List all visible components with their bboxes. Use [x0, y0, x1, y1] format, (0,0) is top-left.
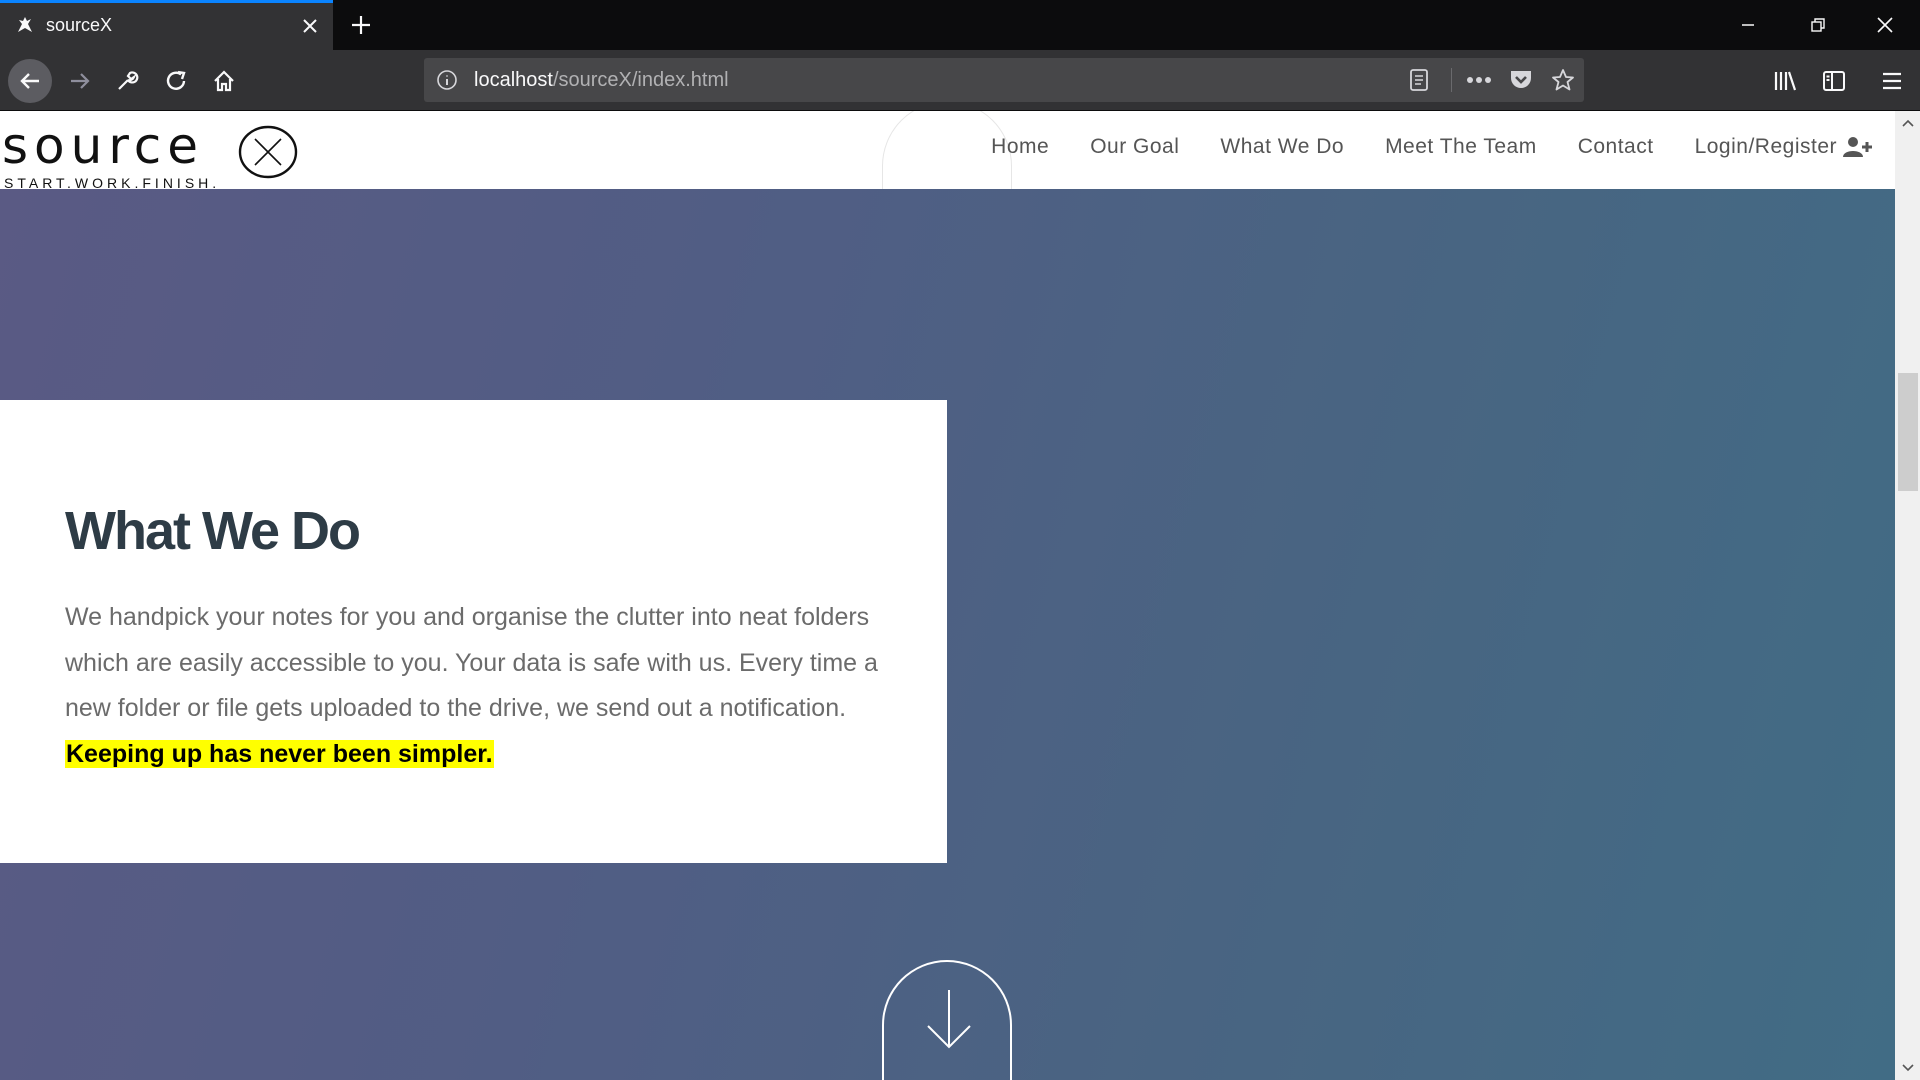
- page-viewport: source START.WORK.FINISH. Home Our Goal …: [0, 111, 1895, 1080]
- nav-link-meet-the-team[interactable]: Meet The Team: [1385, 135, 1537, 159]
- scroll-down-arrow[interactable]: [1895, 1056, 1920, 1080]
- forward-button[interactable]: [60, 61, 100, 101]
- login-register-label: Login/Register: [1694, 135, 1837, 158]
- reader-view-button[interactable]: [1404, 66, 1434, 94]
- tab-close-icon[interactable]: [296, 12, 324, 40]
- hamburger-icon: [1883, 72, 1901, 90]
- nav-link-our-goal[interactable]: Our Goal: [1090, 135, 1179, 159]
- page-actions-button[interactable]: [1464, 66, 1494, 94]
- restore-icon: [1811, 18, 1825, 32]
- nav-link-contact[interactable]: Contact: [1578, 135, 1654, 159]
- home-icon: [214, 70, 234, 92]
- sidebar-button[interactable]: [1814, 61, 1854, 101]
- pocket-icon: [1511, 71, 1531, 88]
- nav-link-what-we-do[interactable]: What We Do: [1220, 135, 1344, 159]
- page-scrollbar[interactable]: [1895, 111, 1920, 1080]
- site-nav: Home Our Goal What We Do Meet The Team C…: [950, 135, 1873, 159]
- scroll-down-button[interactable]: [882, 960, 1012, 1080]
- sidebar-icon: [1823, 71, 1845, 91]
- minimize-button[interactable]: [1713, 0, 1783, 50]
- section-title: What We Do: [65, 501, 361, 561]
- url-separator: [1451, 68, 1452, 92]
- library-icon: [1774, 71, 1797, 91]
- pocket-button[interactable]: [1506, 66, 1536, 94]
- back-button[interactable]: [8, 59, 52, 103]
- what-we-do-card: What We Do We handpick your notes for yo…: [0, 400, 947, 863]
- browser-titlebar: sourceX: [0, 0, 1920, 50]
- restore-button[interactable]: [1783, 0, 1853, 50]
- more-icon: [1467, 77, 1491, 83]
- info-icon[interactable]: [436, 69, 458, 91]
- section-highlight: Keeping up has never been simpler.: [65, 739, 494, 768]
- address-bar[interactable]: localhost/sourceX/index.html: [424, 58, 1584, 102]
- library-button[interactable]: [1766, 61, 1806, 101]
- url-path: /sourceX/index.html: [552, 69, 729, 91]
- reload-icon: [166, 70, 186, 90]
- tab-title: sourceX: [46, 15, 113, 35]
- site-header: source START.WORK.FINISH. Home Our Goal …: [0, 111, 1895, 189]
- nav-link-login-register[interactable]: Login/Register: [1695, 135, 1873, 159]
- plus-icon: [352, 16, 370, 34]
- star-icon: [1552, 69, 1574, 91]
- nav-link-home[interactable]: Home: [991, 135, 1049, 159]
- reload-button[interactable]: [156, 61, 196, 101]
- arrow-down-icon: [927, 990, 971, 1049]
- circle-x-icon: [238, 125, 298, 179]
- arrow-right-icon: [71, 73, 90, 89]
- close-window-button[interactable]: [1850, 0, 1920, 50]
- user-plus-icon: [1843, 137, 1872, 157]
- browser-tab[interactable]: sourceX: [0, 0, 333, 50]
- logo-word: source: [2, 117, 205, 175]
- menu-button[interactable]: [1872, 61, 1912, 101]
- url-host: localhost: [474, 69, 553, 91]
- logo-tagline: START.WORK.FINISH.: [4, 175, 221, 189]
- scroll-up-arrow[interactable]: [1895, 111, 1920, 135]
- minimize-icon: [1742, 24, 1754, 26]
- bookmark-button[interactable]: [1548, 66, 1578, 94]
- tools-button[interactable]: [107, 61, 147, 101]
- new-tab-button[interactable]: [345, 9, 377, 41]
- section-body: We handpick your notes for you and organ…: [65, 595, 895, 777]
- chevron-down-icon: [1901, 1064, 1914, 1072]
- section-body-text: We handpick your notes for you and organ…: [65, 603, 878, 722]
- chevron-up-icon: [1901, 119, 1914, 127]
- close-icon: [1877, 17, 1893, 33]
- scrollbar-thumb[interactable]: [1898, 373, 1918, 491]
- reader-view-icon: [1410, 69, 1428, 91]
- wrench-icon: [118, 71, 139, 90]
- home-button[interactable]: [204, 61, 244, 101]
- arrow-left-icon: [20, 73, 39, 89]
- site-logo[interactable]: source START.WORK.FINISH.: [2, 117, 302, 189]
- bird-icon: [18, 17, 32, 32]
- browser-toolbar: localhost/sourceX/index.html: [0, 50, 1920, 111]
- url-text[interactable]: localhost/sourceX/index.html: [474, 69, 729, 92]
